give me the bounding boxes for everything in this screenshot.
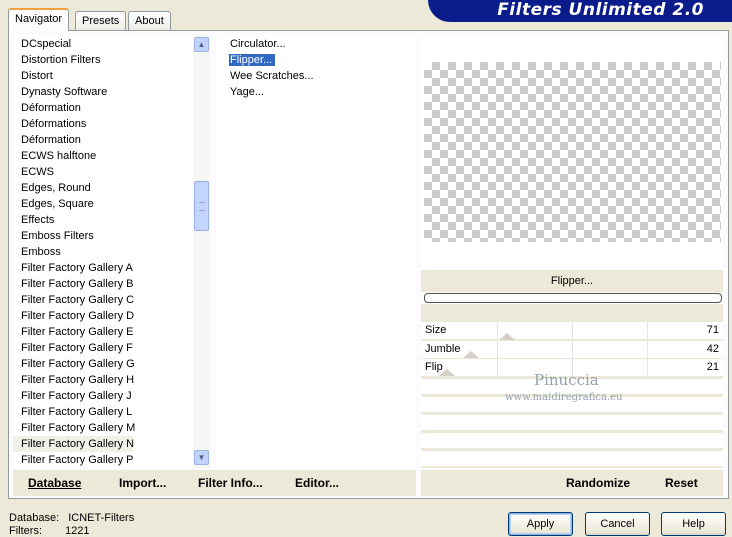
category-item[interactable]: Filter Factory Gallery L bbox=[13, 404, 193, 420]
status-filters: Filters: 1221 bbox=[9, 525, 90, 537]
scroll-up-button[interactable]: ▲ bbox=[194, 37, 209, 52]
slider-marker-size[interactable] bbox=[499, 333, 515, 340]
category-item[interactable]: Edges, Round bbox=[13, 180, 193, 196]
filter-list[interactable]: Circulator... Flipper... Wee Scratches... Y… bbox=[216, 34, 416, 468]
category-item[interactable]: Déformation bbox=[13, 132, 193, 148]
app-title: Filters Unlimited 2.0 bbox=[497, 0, 704, 20]
category-item[interactable]: Filter Factory Gallery H bbox=[13, 372, 193, 388]
database-button[interactable]: Database bbox=[28, 476, 81, 490]
preview-canvas bbox=[424, 62, 721, 242]
slider-size[interactable]: Size 71 bbox=[421, 322, 723, 340]
slider-label: Jumble bbox=[425, 343, 461, 355]
category-item[interactable]: Déformations bbox=[13, 116, 193, 132]
help-button[interactable]: Help bbox=[661, 512, 726, 536]
category-item[interactable]: Dynasty Software bbox=[13, 84, 193, 100]
scroll-thumb[interactable] bbox=[194, 181, 209, 231]
category-scrollbar[interactable]: ▲ ▼ bbox=[193, 34, 210, 468]
category-item[interactable]: ECWS bbox=[13, 164, 193, 180]
category-item[interactable]: Filter Factory Gallery J bbox=[13, 388, 193, 404]
filter-item[interactable]: Circulator... bbox=[216, 36, 416, 52]
slider-value: 71 bbox=[706, 324, 719, 336]
status-database: Database: ICNET-Filters bbox=[9, 512, 134, 524]
reset-button[interactable]: Reset bbox=[665, 476, 698, 490]
filter-item[interactable]: Flipper... bbox=[216, 52, 416, 68]
status-database-label: Database: bbox=[9, 512, 60, 524]
watermark-url: www.maidiregrafica.eu bbox=[505, 392, 623, 403]
category-item[interactable]: Filter Factory Gallery G bbox=[13, 356, 193, 372]
category-item[interactable]: Déformation bbox=[13, 100, 193, 116]
category-item[interactable]: Edges, Square bbox=[13, 196, 193, 212]
slider-marker-flip[interactable] bbox=[439, 369, 455, 376]
category-item[interactable]: DCspecial bbox=[13, 36, 193, 52]
title-banner: Filters Unlimited 2.0 bbox=[428, 0, 732, 22]
category-item[interactable]: Emboss bbox=[13, 244, 193, 260]
apply-button[interactable]: Apply bbox=[508, 512, 573, 536]
category-item[interactable]: Filter Factory Gallery C bbox=[13, 292, 193, 308]
tab-navigator[interactable]: Navigator bbox=[8, 8, 70, 31]
status-database-value: ICNET-Filters bbox=[68, 512, 135, 524]
empty-slider-row bbox=[421, 414, 723, 430]
category-item[interactable]: Filter Factory Gallery P bbox=[13, 452, 193, 468]
slider-value: 21 bbox=[706, 361, 719, 373]
category-item[interactable]: ECWS halftone bbox=[13, 148, 193, 164]
filter-item-label: Wee Scratches... bbox=[230, 70, 314, 82]
progress-bar bbox=[424, 293, 722, 303]
status-filters-value: 1221 bbox=[65, 525, 90, 537]
empty-slider-row bbox=[421, 450, 723, 466]
import-button[interactable]: Import... bbox=[119, 476, 166, 490]
cancel-button[interactable]: Cancel bbox=[585, 512, 650, 536]
scroll-down-button[interactable]: ▼ bbox=[194, 450, 209, 465]
filter-item[interactable]: Yage... bbox=[216, 84, 416, 100]
filter-item[interactable]: Wee Scratches... bbox=[216, 68, 416, 84]
category-item[interactable]: Filter Factory Gallery A bbox=[13, 260, 193, 276]
watermark-name: Pinuccia bbox=[534, 371, 599, 389]
editor-button[interactable]: Editor... bbox=[295, 476, 339, 490]
category-item[interactable]: Emboss Filters bbox=[13, 228, 193, 244]
filter-item-label: Flipper... bbox=[229, 54, 276, 66]
category-item[interactable]: Filter Factory Gallery M bbox=[13, 420, 193, 436]
category-list[interactable]: DCspecial Distortion Filters Distort Dynast… bbox=[13, 34, 193, 468]
status-filters-label: Filters: bbox=[9, 525, 42, 537]
slider-label: Size bbox=[425, 324, 447, 336]
filter-item-label: Yage... bbox=[230, 86, 265, 98]
category-item[interactable]: Effects bbox=[13, 212, 193, 228]
category-item[interactable]: Filter Factory Gallery D bbox=[13, 308, 193, 324]
slider-marker-jumble[interactable] bbox=[463, 351, 479, 358]
category-item[interactable]: Filter Factory Gallery F bbox=[13, 340, 193, 356]
slider-value: 42 bbox=[706, 343, 719, 355]
category-item[interactable]: Filter Factory Gallery N bbox=[13, 436, 134, 452]
category-item[interactable]: Distort bbox=[13, 68, 193, 84]
filter-item-label: Circulator... bbox=[230, 38, 286, 50]
empty-slider-row bbox=[421, 432, 723, 448]
tab-about[interactable]: About bbox=[128, 11, 171, 31]
filter-info-button[interactable]: Filter Info... bbox=[198, 476, 263, 490]
current-filter-name: Flipper... bbox=[421, 270, 723, 292]
category-item[interactable]: Distortion Filters bbox=[13, 52, 193, 68]
category-item[interactable]: Filter Factory Gallery E bbox=[13, 324, 193, 340]
tab-presets[interactable]: Presets bbox=[75, 11, 127, 31]
randomize-button[interactable]: Randomize bbox=[566, 476, 630, 490]
category-item[interactable]: Filter Factory Gallery B bbox=[13, 276, 193, 292]
